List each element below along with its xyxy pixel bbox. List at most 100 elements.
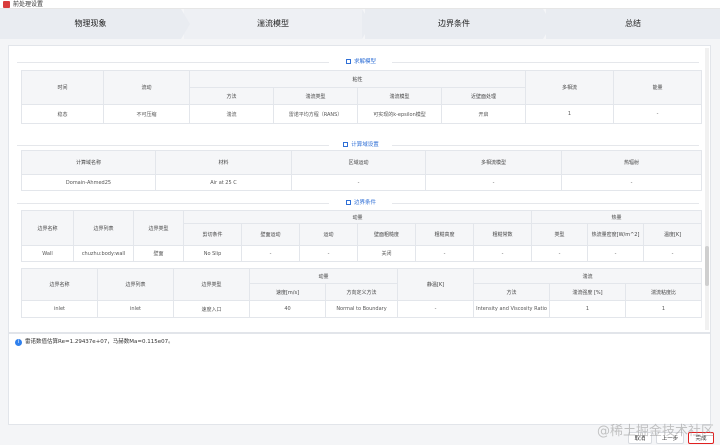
divider [392,145,699,146]
header-heat-flux: 热流量密度[W/m^2] [587,223,645,246]
cell: 关闭 [357,245,416,262]
header-roughness-height: 粗糙高度 [415,223,474,246]
header-momentum: 动量 [182,210,533,224]
header-radiation: 热辐射 [561,150,702,175]
header-shear: 剪切条件 [183,223,242,246]
divider [392,62,699,63]
log-message: 雷诺数值估算Re=1.29437e+07，马赫数Ma=0.115e07。 [25,339,174,345]
header-heat: 热量 [531,210,703,224]
header-direction-method: 方向定义方法 [324,283,399,301]
header-near-wall: 近壁面处理 [440,87,527,105]
header-time: 时间 [21,70,104,105]
model-icon [345,58,351,64]
cell: 可实现的k-epsilon模型 [357,104,442,124]
inlet-boundary-table: 边界名称 边界列表 边界类型 动量 静温[K] 湍流 速度[m/s] 方向定义方… [21,268,703,318]
log-panel: i 雷诺数值估算Re=1.29437e+07，马赫数Ma=0.115e07。 [8,333,711,425]
header-roughness-const: 粗糙常数 [472,223,533,246]
cell: - [472,245,533,262]
app-icon [3,1,10,8]
cell: 1 [525,104,615,124]
header-momentum: 动量 [248,268,399,284]
cell: Normal to Boundary [324,300,399,318]
header-turbulence-type: 湍流类型 [273,87,358,105]
header-material: 材料 [155,150,292,175]
finish-button[interactable]: 完成 [688,432,714,444]
cell: - [241,245,300,262]
summary-panel: 求解模型 时间 流动 粘性 多相流 能量 方法 湍流类型 湍流模型 近壁面处理 … [8,45,711,333]
header-boundary-list: 边界列表 [97,268,174,301]
cell: 稳态 [21,104,104,124]
step-summary[interactable]: 总结 [546,9,720,39]
cell: Wall [21,245,74,262]
header-boundary-type: 边界类型 [133,210,184,246]
table-row: 稳态 不可压缩 湍流 雷诺平均方程（RANS） 可实现的k-epsilon模型 … [21,104,703,124]
info-icon: i [15,339,22,346]
header-turbulence: 湍流 [473,268,703,284]
header-viscous: 粘性 [188,70,527,88]
wall-boundary-table: 边界名称 边界列表 边界类型 动量 热量 剪切条件 壁面运动 运动 壁面粗糙度 … [21,210,703,262]
step-bar: 物理现象 湍流模型 边界条件 总结 [0,9,720,39]
header-region-motion: 区域运动 [291,150,426,175]
cell: 壁面 [133,245,184,262]
cell: Intensity and Viscosity Ratio [473,300,551,318]
cell: Air at 25 C [155,174,292,191]
domain-table: 计算域名称 材料 区域运动 多相流模型 热辐射 Domain-Ahmed25 A… [21,150,702,191]
header-heat-type: 类型 [531,223,589,246]
cell: 湍流 [189,104,274,124]
boundary-icon [345,199,351,205]
step-physics[interactable]: 物理现象 [0,9,190,39]
step-boundary[interactable]: 边界条件 [365,9,552,39]
cell: inlet [21,300,98,318]
header-energy: 能量 [613,70,703,105]
step-turbulence[interactable]: 湍流模型 [184,9,371,39]
footer: 取消 上一步 完成 [0,427,720,445]
cell: - [587,245,645,262]
section-title-solver: 求解模型 [321,57,401,67]
window-title: 前处理设置 [13,1,44,8]
header-method: 方法 [189,87,274,105]
header-domain-name: 计算域名称 [21,150,156,175]
header-turb-viscosity-ratio: 湍流粘度比 [625,283,703,301]
cell: 1 [625,300,703,318]
header-static-temp: 静温[K] [397,268,475,301]
header-motion: 运动 [299,223,358,246]
cell: Domain-Ahmed25 [21,174,156,191]
header-boundary-name: 边界名称 [21,210,74,246]
cell: 雷诺平均方程（RANS） [273,104,358,124]
cell: - [291,174,426,191]
cell: - [531,245,589,262]
cell: - [613,104,703,124]
scrollbar-thumb[interactable] [705,246,709,286]
title-bar: 前处理设置 [0,0,720,9]
divider [17,62,329,63]
cell: 速度入口 [173,300,250,318]
vertical-scrollbar[interactable] [705,48,709,330]
cell: 40 [249,300,326,318]
cell: - [643,245,703,262]
table-row: Domain-Ahmed25 Air at 25 C - - - [21,174,702,191]
section-title-domain: 计算域设置 [321,140,401,150]
header-flow: 流动 [103,70,190,105]
header-turb-intensity: 湍流强度 [%] [549,283,627,301]
divider [392,203,699,204]
header-boundary-list: 边界列表 [73,210,134,246]
cell: - [415,245,474,262]
cell: - [561,174,702,191]
header-turb-method: 方法 [473,283,551,301]
header-velocity: 速度[m/s] [249,283,326,301]
header-multiphase-model: 多相流模型 [425,150,562,175]
cell: 1 [549,300,627,318]
table-row: inlet inlet 速度入口 40 Normal to Boundary -… [21,300,703,318]
previous-button[interactable]: 上一步 [656,432,684,444]
divider [17,145,329,146]
cell: inlet [97,300,174,318]
header-temperature: 温度[K] [643,223,703,246]
header-multiphase: 多相流 [525,70,615,105]
cancel-button[interactable]: 取消 [628,432,652,444]
cell: 不可压缩 [103,104,190,124]
header-turbulence-model: 湍流模型 [357,87,442,105]
header-boundary-name: 边界名称 [21,268,98,301]
domain-icon [343,141,349,147]
header-boundary-type: 边界类型 [173,268,250,301]
section-title-boundary: 边界条件 [321,198,401,208]
